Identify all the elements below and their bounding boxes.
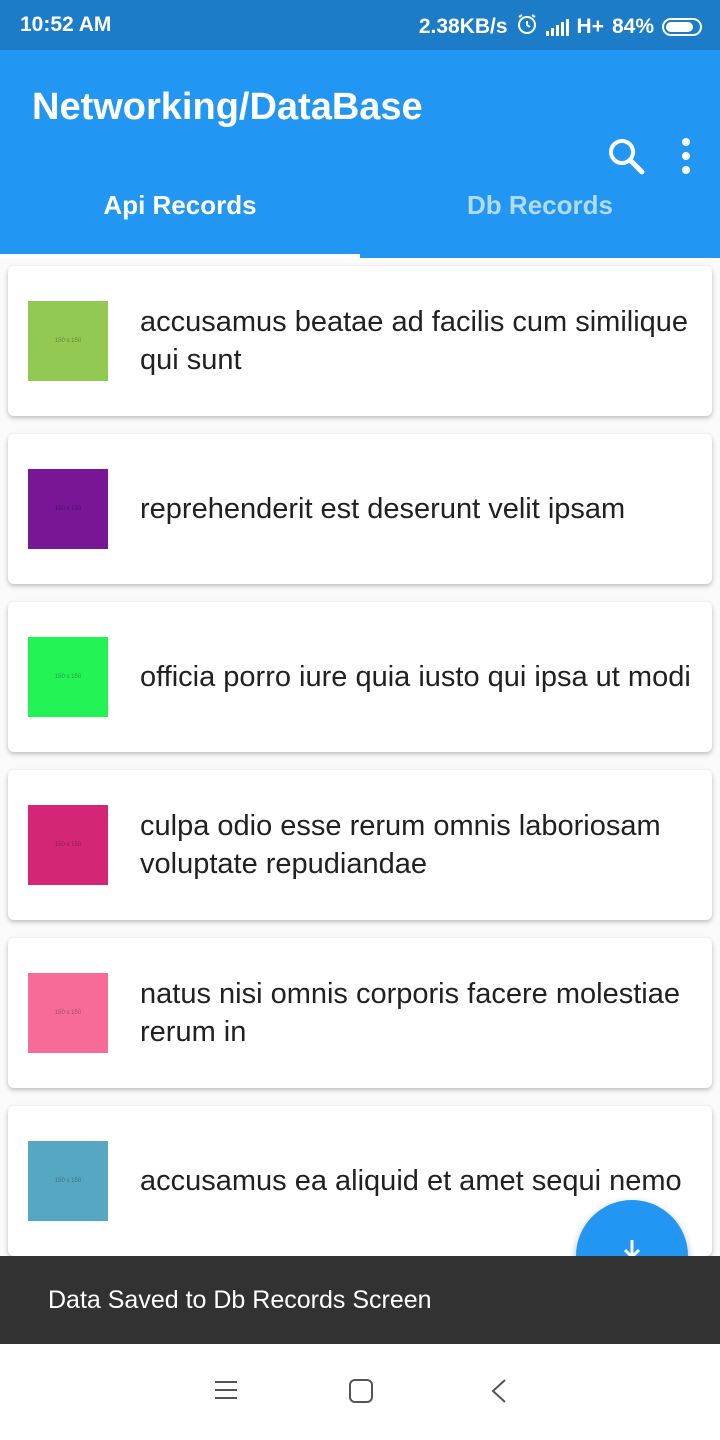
record-title: accusamus ea aliquid et amet sequi nemo: [140, 1165, 682, 1197]
app-title: Networking/DataBase: [32, 86, 423, 128]
thumbnail-image: 150 x 150: [28, 805, 108, 885]
list-item[interactable]: 150 x 150 officia porro iure quia iusto …: [8, 602, 712, 752]
system-nav-bar: [0, 1344, 720, 1440]
alarm-icon: [516, 13, 538, 41]
network-speed: 2.38KB/s: [418, 15, 508, 38]
thumbnail-image: 150 x 150: [28, 469, 108, 549]
list-item[interactable]: 150 x 150 reprehenderit est deserunt vel…: [8, 434, 712, 584]
tab-db-records[interactable]: Db Records: [360, 190, 720, 221]
snackbar: Data Saved to Db Records Screen: [0, 1256, 720, 1344]
thumbnail-label: 150 x 150: [54, 1178, 82, 1184]
list-item[interactable]: 150 x 150 culpa odio esse rerum omnis la…: [8, 770, 712, 920]
record-title: culpa odio esse rerum omnis laboriosam v…: [140, 810, 661, 880]
thumbnail-label: 150 x 150: [54, 338, 82, 344]
battery-percent: 84%: [611, 15, 654, 38]
thumbnail-image: 150 x 150: [28, 301, 108, 381]
list-item[interactable]: 150 x 150 accusamus beatae ad facilis cu…: [8, 266, 712, 416]
home-icon[interactable]: [348, 1378, 374, 1409]
thumbnail-label: 150 x 150: [54, 674, 82, 680]
tab-indicator: [0, 254, 360, 258]
thumbnail-image: 150 x 150: [28, 1141, 108, 1221]
thumbnail-image: 150 x 150: [28, 637, 108, 717]
thumbnail-label: 150 x 150: [54, 506, 82, 512]
status-bar: 10:52 AM 2.38KB/s H+ 84%: [0, 0, 720, 50]
thumbnail-image: 150 x 150: [28, 973, 108, 1053]
network-type: H+: [576, 15, 604, 38]
status-time: 10:52 AM: [20, 13, 112, 36]
list-item[interactable]: 150 x 150 natus nisi omnis corporis face…: [8, 938, 712, 1088]
record-title: accusamus beatae ad facilis cum similiqu…: [140, 306, 689, 376]
record-title: reprehenderit est deserunt velit ipsam: [140, 493, 626, 525]
record-title: officia porro iure quia iusto qui ipsa u…: [140, 661, 691, 693]
battery-icon: [662, 18, 702, 36]
search-icon[interactable]: [606, 136, 646, 181]
snackbar-message: Data Saved to Db Records Screen: [48, 1286, 432, 1314]
record-title: natus nisi omnis corporis facere molesti…: [140, 978, 680, 1048]
thumbnail-label: 150 x 150: [54, 842, 82, 848]
back-icon[interactable]: [488, 1378, 510, 1409]
menu-icon[interactable]: [214, 1378, 238, 1407]
tab-api-records[interactable]: Api Records: [0, 190, 360, 221]
thumbnail-label: 150 x 150: [54, 1010, 82, 1016]
more-vert-icon[interactable]: [680, 136, 692, 181]
signal-icon: [545, 18, 569, 36]
status-right: 2.38KB/s H+ 84%: [419, 13, 702, 41]
app-bar: Networking/DataBase Api Records Db Recor…: [0, 50, 720, 258]
